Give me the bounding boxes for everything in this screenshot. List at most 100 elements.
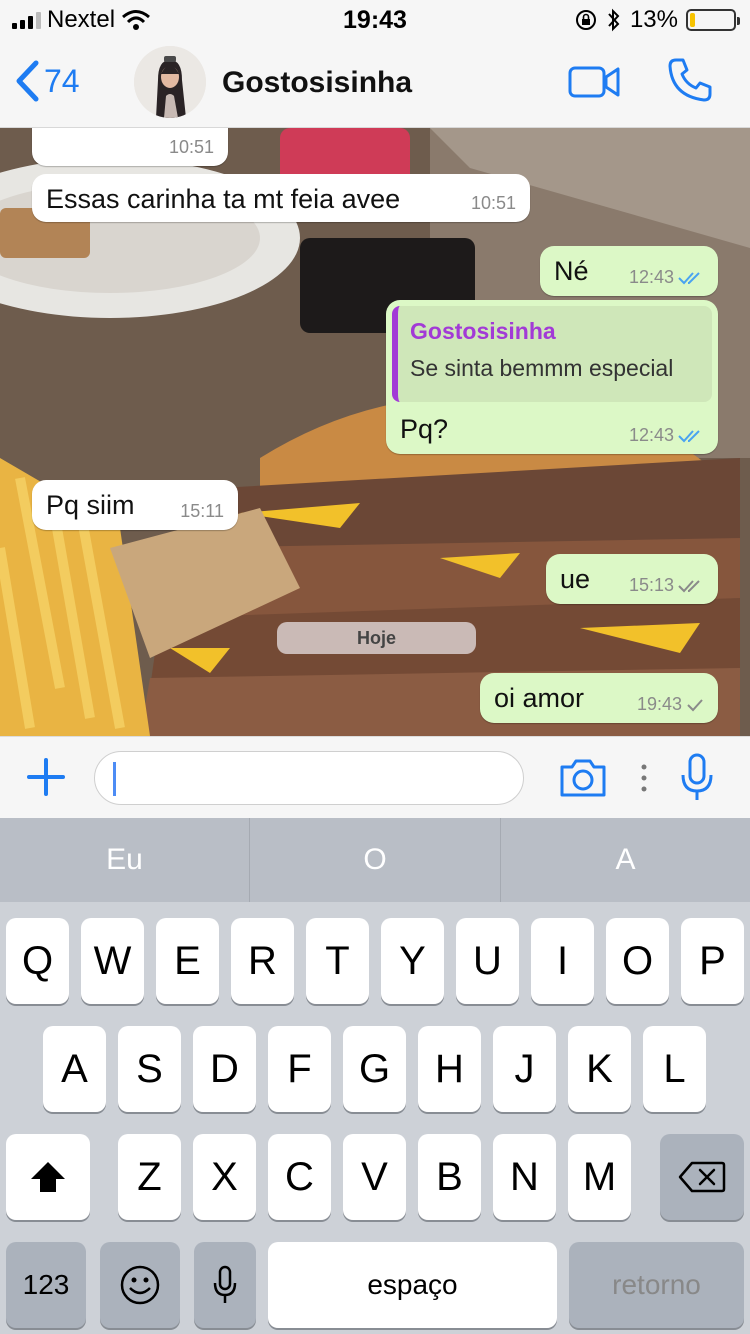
key-w[interactable]: W — [81, 918, 144, 1004]
predictive-bar: Eu O A — [0, 818, 750, 902]
quoted-text: Se sinta bemmm especial — [410, 355, 674, 381]
voice-call-button[interactable] — [666, 56, 714, 109]
emoji-icon — [120, 1265, 160, 1305]
status-right: 13% — [574, 6, 740, 34]
message-time: 12:43 — [628, 425, 674, 445]
key-h[interactable]: H — [418, 1026, 481, 1112]
message-outgoing[interactable]: oi amor 19:43 — [480, 673, 718, 723]
keyboard: Eu O A Q W E R T Y U I O P A S D F G H J… — [0, 818, 750, 1334]
suggestion[interactable]: O — [250, 818, 500, 902]
voice-message-button[interactable] — [680, 753, 714, 808]
key-p[interactable]: P — [681, 918, 744, 1004]
key-e[interactable]: E — [156, 918, 219, 1004]
key-s[interactable]: S — [118, 1026, 181, 1112]
key-n[interactable]: N — [493, 1134, 556, 1220]
key-v[interactable]: V — [343, 1134, 406, 1220]
key-c[interactable]: C — [268, 1134, 331, 1220]
key-k[interactable]: K — [568, 1026, 631, 1112]
suggestion[interactable]: Eu — [0, 818, 249, 902]
shift-key[interactable] — [6, 1134, 90, 1220]
message-incoming[interactable]: Essas carinha ta mt feia avee 10:51 — [32, 174, 530, 222]
message-time: 15:11 — [180, 501, 224, 521]
space-key[interactable]: espaço — [268, 1242, 557, 1328]
key-a[interactable]: A — [43, 1026, 106, 1112]
key-f[interactable]: F — [268, 1026, 331, 1112]
message-meta: 12:43 — [629, 425, 704, 446]
message-text: Essas carinha ta mt feia avee — [46, 184, 401, 214]
message-outgoing[interactable]: ue 15:13 — [546, 554, 718, 604]
more-dots-icon — [640, 763, 648, 798]
message-time: 10:51 — [470, 193, 516, 213]
message-outgoing[interactable]: Né 12:43 — [540, 246, 718, 296]
message-meta: 15:13 — [629, 575, 704, 596]
key-x[interactable]: X — [193, 1134, 256, 1220]
phone-icon — [668, 58, 712, 102]
message-text: Né — [554, 256, 589, 286]
key-d[interactable]: D — [193, 1026, 256, 1112]
contact-name[interactable]: Gostosisinha — [222, 66, 412, 100]
numbers-key[interactable]: 123 — [6, 1242, 86, 1328]
chevron-left-icon — [16, 60, 39, 102]
quoted-message[interactable]: Gostosisinha Se sinta bemmm especial — [392, 306, 712, 402]
message-text: Pq siim — [46, 490, 135, 520]
key-z[interactable]: Z — [118, 1134, 181, 1220]
chat-area[interactable]: 10:51 Essas carinha ta mt feia avee 10:5… — [0, 128, 750, 736]
key-j[interactable]: J — [493, 1026, 556, 1112]
video-camera-icon — [568, 66, 620, 98]
battery-icon — [686, 9, 740, 31]
message-meta: 12:43 — [629, 267, 704, 288]
key-l[interactable]: L — [643, 1026, 706, 1112]
message-input[interactable] — [94, 751, 524, 805]
microphone-icon — [213, 1265, 237, 1303]
backspace-icon — [678, 1161, 726, 1193]
key-m[interactable]: M — [568, 1134, 631, 1220]
text-caret — [113, 762, 116, 796]
suggestion[interactable]: A — [501, 818, 750, 902]
date-separator: Hoje — [277, 622, 476, 654]
rotation-lock-icon — [575, 10, 596, 30]
camera-icon — [560, 759, 606, 797]
microphone-icon — [681, 753, 713, 800]
message-incoming[interactable]: Pq siim 15:11 — [32, 480, 238, 530]
chat-header: 74 Gostosisinha — [0, 40, 750, 128]
back-button[interactable]: 74 — [14, 60, 80, 102]
status-bar: Nextel 19:43 13% — [0, 0, 750, 40]
message-time: 19:43 — [636, 694, 682, 714]
message-text: oi amor — [494, 683, 585, 713]
avatar-image — [134, 46, 206, 118]
camera-button[interactable] — [558, 757, 608, 804]
composer-bar — [0, 736, 750, 818]
quoted-author: Gostosisinha — [410, 318, 556, 344]
plus-icon — [27, 758, 65, 796]
delivered-checkmarks-icon — [678, 579, 700, 592]
bluetooth-icon — [608, 8, 620, 32]
key-r[interactable]: R — [231, 918, 294, 1004]
video-call-button[interactable] — [568, 64, 620, 105]
message-time: 10:51 — [168, 137, 214, 157]
message-incoming[interactable]: 10:51 — [32, 128, 228, 166]
return-key[interactable]: retorno — [569, 1242, 744, 1328]
sent-checkmark-icon — [687, 698, 703, 711]
key-t[interactable]: T — [306, 918, 369, 1004]
delete-key[interactable] — [660, 1134, 744, 1220]
shift-arrow-icon — [31, 1162, 65, 1192]
attach-button[interactable] — [26, 757, 66, 802]
key-o[interactable]: O — [606, 918, 669, 1004]
key-b[interactable]: B — [418, 1134, 481, 1220]
dictation-key[interactable] — [194, 1242, 256, 1328]
message-meta: 19:43 — [637, 694, 704, 715]
avatar[interactable] — [134, 46, 206, 118]
message-time: 15:13 — [628, 575, 674, 595]
read-checkmarks-icon — [678, 429, 700, 442]
unread-count: 74 — [44, 62, 80, 99]
key-y[interactable]: Y — [381, 918, 444, 1004]
message-outgoing-reply[interactable]: Gostosisinha Se sinta bemmm especial Pq?… — [386, 300, 718, 454]
emoji-key[interactable] — [100, 1242, 180, 1328]
read-checkmarks-icon — [678, 271, 700, 284]
key-i[interactable]: I — [531, 918, 594, 1004]
message-text: ue — [560, 564, 591, 594]
key-g[interactable]: G — [343, 1026, 406, 1112]
message-time: 12:43 — [628, 267, 674, 287]
key-q[interactable]: Q — [6, 918, 69, 1004]
key-u[interactable]: U — [456, 918, 519, 1004]
